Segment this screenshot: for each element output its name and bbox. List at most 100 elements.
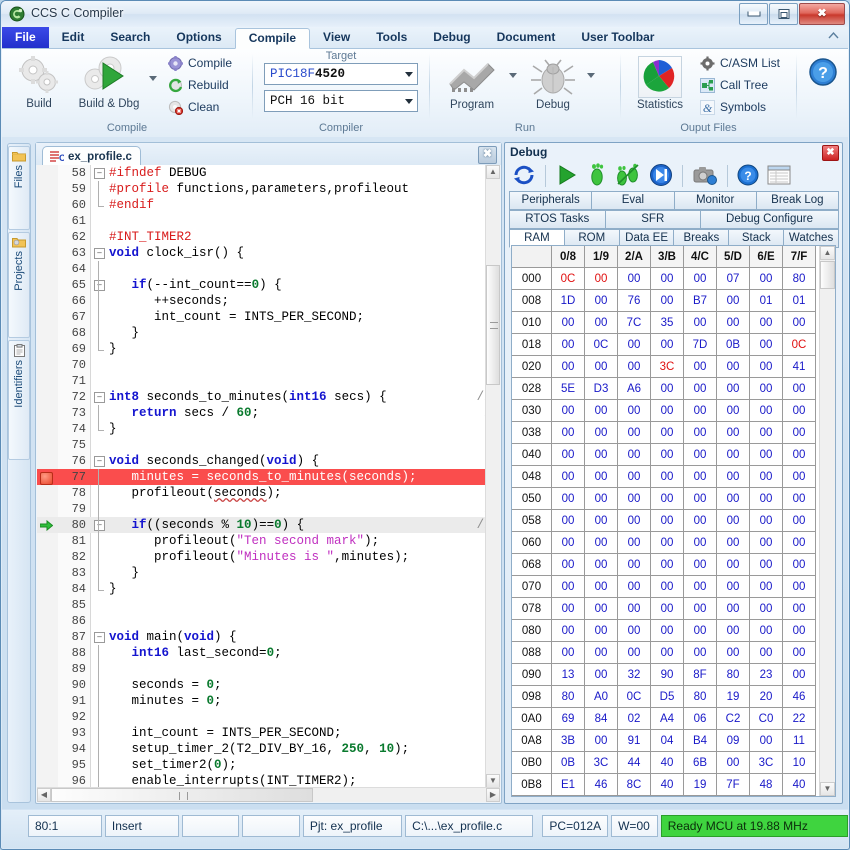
ram-cell[interactable]: 00 (716, 377, 750, 400)
ram-cell[interactable]: 00 (551, 553, 585, 576)
ram-cell[interactable]: 00 (683, 509, 717, 532)
build-and-debug-button[interactable]: Build & Dbg (70, 52, 148, 110)
rebuild-button[interactable]: Rebuild (164, 74, 236, 96)
ram-cell[interactable]: 40 (650, 773, 684, 796)
fold-toggle[interactable]: – (94, 520, 105, 531)
code-text[interactable]: 58– #ifndef DEBUG 59 #profile functions,par… (37, 165, 486, 788)
code-line[interactable]: 66 ++seconds; (37, 293, 486, 309)
ram-cell[interactable]: 00 (617, 333, 651, 356)
ram-cell[interactable]: 00 (584, 663, 618, 686)
debug-panel-close-button[interactable]: ✖ (822, 145, 839, 161)
ram-cell[interactable]: 00 (551, 509, 585, 532)
code-line[interactable]: 67 int_count = INTS_PER_SECOND; (37, 309, 486, 325)
ram-memory-view[interactable]: 0/8 1/9 2/A 3/B 4/C 5/D 6/E 7/F 000 0C 00 00 00 00 07 0… (511, 245, 836, 797)
ram-cell[interactable]: 00 (749, 619, 783, 642)
ram-cell[interactable]: 00 (584, 597, 618, 620)
ram-cell[interactable]: 00 (650, 531, 684, 554)
code-horizontal-scrollbar[interactable]: ◀ ▶ (37, 787, 500, 802)
ram-cell[interactable]: 00 (683, 267, 717, 290)
ram-cell[interactable]: 00 (584, 729, 618, 752)
ram-cell[interactable]: 00 (650, 333, 684, 356)
ram-cell[interactable]: 00 (650, 443, 684, 466)
ram-cell[interactable]: 5E (551, 377, 585, 400)
ram-cell[interactable]: 3C (650, 355, 684, 378)
ram-cell[interactable]: 00 (584, 553, 618, 576)
ram-cell[interactable]: 00 (584, 509, 618, 532)
ram-cell[interactable]: 00 (716, 421, 750, 444)
ram-cell[interactable]: 00 (782, 421, 816, 444)
ram-scroll-thumb[interactable] (820, 261, 835, 289)
ram-cell[interactable]: 00 (650, 399, 684, 422)
chevron-down-icon[interactable] (509, 73, 517, 78)
ram-cell[interactable]: 00 (584, 465, 618, 488)
editor-tab-ex-profile[interactable]: C ex_profile.c (42, 146, 141, 166)
ram-cell[interactable]: 09 (716, 729, 750, 752)
code-line[interactable]: 75 (37, 437, 486, 453)
ram-cell[interactable]: D5 (650, 685, 684, 708)
ram-cell[interactable]: 00 (551, 465, 585, 488)
ram-cell[interactable]: 00 (650, 575, 684, 598)
menu-item-compile[interactable]: Compile (234, 28, 311, 49)
ram-cell[interactable]: 20 (749, 685, 783, 708)
ram-cell[interactable]: 0C (584, 333, 618, 356)
ram-scroll-down-button[interactable]: ▼ (820, 782, 835, 796)
code-line[interactable]: 89 (37, 661, 486, 677)
tab-rtos-tasks[interactable]: RTOS Tasks (509, 210, 606, 229)
help-icon[interactable]: ? (733, 164, 763, 189)
ram-cell[interactable]: 00 (716, 399, 750, 422)
ram-cell[interactable]: 46 (782, 685, 816, 708)
ram-cell[interactable]: 00 (551, 399, 585, 422)
ram-cell[interactable]: 00 (617, 553, 651, 576)
ram-scroll-up-button[interactable]: ▲ (820, 246, 835, 260)
breakpoint-marker[interactable] (40, 472, 53, 485)
ram-cell[interactable]: 80 (782, 267, 816, 290)
ram-cell[interactable]: 00 (584, 289, 618, 312)
ram-cell[interactable]: 00 (782, 487, 816, 510)
ram-cell[interactable]: 00 (782, 619, 816, 642)
menu-item-options[interactable]: Options (163, 27, 234, 48)
ram-cell[interactable]: 00 (749, 641, 783, 664)
chevron-down-icon[interactable] (405, 72, 413, 77)
code-line[interactable]: 71 (37, 373, 486, 389)
run-to-cursor-icon[interactable] (645, 163, 677, 190)
ram-cell[interactable]: 00 (551, 421, 585, 444)
clean-button[interactable]: Clean (164, 96, 236, 118)
ram-cell[interactable]: 00 (551, 333, 585, 356)
ram-cell[interactable]: 00 (617, 619, 651, 642)
ram-cell[interactable]: 00 (650, 421, 684, 444)
code-line[interactable]: 85 (37, 597, 486, 613)
ram-cell[interactable]: 00 (716, 751, 750, 774)
code-line[interactable]: 82 profileout("Minutes is ",minutes); (37, 549, 486, 565)
editor-tab-close-button[interactable]: ✖ (478, 146, 497, 164)
ram-cell[interactable]: 00 (683, 575, 717, 598)
ram-cell[interactable]: D3 (584, 377, 618, 400)
ram-cell[interactable]: 00 (584, 399, 618, 422)
sidebar-item-files[interactable]: Files (8, 146, 30, 230)
ram-cell[interactable]: 00 (683, 311, 717, 334)
ram-cell[interactable]: C2 (716, 707, 750, 730)
code-line[interactable]: 77 minutes = seconds_to_minutes(seconds)… (37, 469, 486, 485)
ram-cell[interactable]: 00 (551, 487, 585, 510)
ram-cell[interactable]: 00 (551, 311, 585, 334)
ram-cell[interactable]: 00 (782, 399, 816, 422)
menu-item-edit[interactable]: Edit (49, 27, 98, 48)
sidebar-item-projects[interactable]: Projects (8, 232, 30, 338)
ram-cell[interactable]: 00 (782, 663, 816, 686)
ram-cell[interactable]: 00 (749, 597, 783, 620)
scroll-up-button[interactable]: ▲ (486, 165, 500, 179)
ram-cell[interactable]: 00 (749, 355, 783, 378)
ram-cell[interactable]: 44 (617, 751, 651, 774)
menu-item-tools[interactable]: Tools (363, 27, 420, 48)
ram-cell[interactable]: 11 (782, 729, 816, 752)
ram-cell[interactable]: 00 (617, 421, 651, 444)
ram-cell[interactable]: 00 (683, 531, 717, 554)
vertical-scroll-thumb[interactable] (486, 265, 500, 385)
snapshot-icon[interactable] (688, 164, 722, 189)
ram-cell[interactable]: 00 (683, 487, 717, 510)
menu-item-search[interactable]: Search (97, 27, 163, 48)
ram-cell[interactable]: 01 (782, 289, 816, 312)
ram-cell[interactable]: 1D (551, 289, 585, 312)
fold-toggle[interactable]: – (94, 168, 105, 179)
code-line[interactable]: 78 profileout(seconds); // This shows (37, 485, 486, 501)
ram-cell[interactable]: 00 (749, 575, 783, 598)
